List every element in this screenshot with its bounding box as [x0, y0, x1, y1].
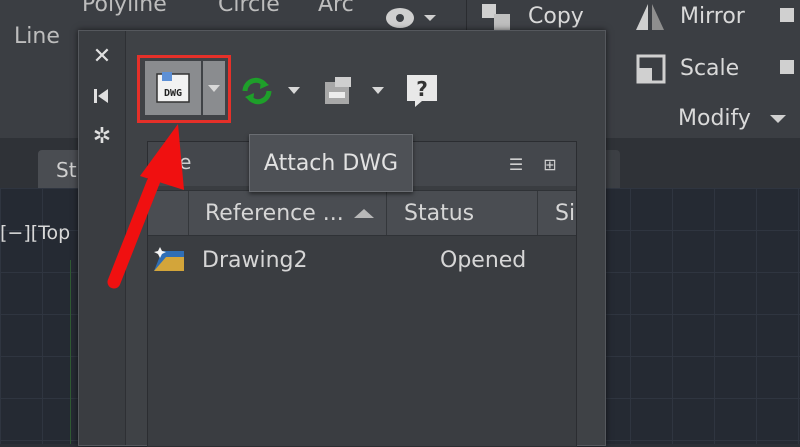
path-icon: [325, 77, 351, 104]
dwg-icon: DWG: [156, 72, 190, 103]
attach-dwg-tooltip: Attach DWG: [249, 134, 413, 192]
chevron-down-icon: [208, 84, 220, 92]
attach-dwg-button[interactable]: DWG: [145, 61, 201, 115]
help-icon: ?: [407, 75, 437, 107]
change-path-button[interactable]: [319, 73, 359, 109]
scale-icon[interactable]: [636, 54, 668, 84]
path-dropdown[interactable]: [369, 83, 387, 97]
modify-panel-label[interactable]: Modify: [678, 106, 751, 131]
refresh-dropdown[interactable]: [285, 83, 303, 97]
tree-view-icon[interactable]: ⊞: [540, 154, 560, 174]
help-glyph: ?: [416, 77, 428, 101]
palette-side-strip: ✕ ✲: [79, 31, 126, 445]
column-header-reference[interactable]: Reference ...: [189, 191, 387, 235]
arc-button-label[interactable]: Arc: [318, 0, 354, 17]
line-button-label[interactable]: Line: [14, 24, 60, 49]
column-size-label: Si: [555, 200, 576, 226]
scale-button-label[interactable]: Scale: [680, 56, 739, 81]
gear-icon[interactable]: ✲: [91, 124, 113, 149]
refresh-icon: [242, 77, 272, 105]
viewport-controls-label[interactable]: [−][Top: [0, 222, 70, 244]
column-status-label: Status: [404, 200, 475, 226]
ucs-axis-line: [70, 260, 71, 444]
sort-ascending-icon: [353, 208, 374, 218]
drawing-file-icon: [152, 238, 186, 282]
close-icon[interactable]: ✕: [91, 44, 113, 69]
palette-main: DWG ? File ☰ ⊞ Reference ... Status Si D…: [127, 31, 605, 447]
column-header-row: Reference ... Status Si: [148, 190, 576, 236]
chevron-down-icon: [372, 86, 384, 94]
polyline-button-label[interactable]: Polyline: [82, 0, 167, 17]
external-references-palette: ✕ ✲ DWG ? File ☰ ⊞ Reference ... Status …: [78, 30, 606, 447]
document-tab-label: St: [56, 158, 77, 182]
help-button[interactable]: ?: [403, 73, 441, 109]
file-references-title: File: [158, 150, 192, 174]
copy-button-label[interactable]: Copy: [528, 4, 584, 29]
reference-name-cell: Drawing2: [202, 247, 308, 273]
mirror-button-label[interactable]: Mirror: [680, 4, 745, 29]
column-header-icon[interactable]: [148, 191, 189, 235]
reference-status-cell: Opened: [440, 247, 527, 273]
column-header-size[interactable]: Si: [539, 191, 576, 235]
more-tools-icon[interactable]: [776, 2, 800, 92]
column-reference-label: Reference ...: [205, 200, 344, 226]
attach-dwg-split-button: DWG: [137, 55, 231, 123]
list-view-icon[interactable]: ☰: [506, 154, 526, 174]
table-row[interactable]: Drawing2 Opened: [148, 238, 576, 282]
pin-icon[interactable]: [91, 85, 113, 107]
tooltip-text: Attach DWG: [263, 150, 399, 176]
mirror-icon[interactable]: [632, 2, 668, 34]
circle-button-label[interactable]: Circle: [218, 0, 280, 17]
column-header-status[interactable]: Status: [388, 191, 538, 235]
chevron-down-icon[interactable]: [768, 112, 788, 126]
chevron-down-icon: [288, 86, 300, 94]
refresh-button[interactable]: [235, 73, 279, 109]
attach-dropdown-button[interactable]: [203, 61, 225, 115]
dwg-icon-text: DWG: [164, 88, 182, 99]
